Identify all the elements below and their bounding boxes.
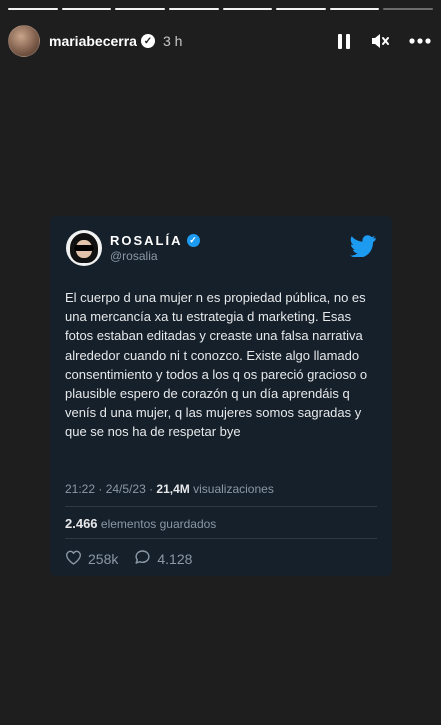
more-icon[interactable]: [409, 38, 431, 44]
progress-segment-current: [383, 8, 433, 10]
tweet-avatar: [66, 230, 102, 266]
username[interactable]: mariabecerra: [49, 33, 137, 49]
reply-button[interactable]: 4.128: [134, 549, 192, 568]
tweet-views: 21,4M: [156, 482, 190, 496]
progress-segment: [276, 8, 326, 10]
progress-segment: [329, 8, 380, 10]
progress-segment: [168, 8, 219, 10]
saves-count: 2.466: [65, 516, 98, 531]
reply-count: 4.128: [157, 550, 193, 567]
like-button[interactable]: 258k: [65, 550, 118, 568]
progress-segment: [222, 8, 273, 10]
verified-check-icon: ✓: [186, 234, 200, 247]
saves-label: elementos guardados: [100, 517, 217, 531]
reply-icon: [134, 549, 151, 568]
tweet-card[interactable]: ROSALÍA ✓ @rosalia El cuerpo d una mujer…: [50, 216, 392, 576]
mute-icon[interactable]: [371, 33, 389, 49]
progress-segment: [8, 8, 58, 10]
verified-badge-icon: ✓: [140, 34, 155, 48]
divider: [65, 538, 377, 539]
story-progress-bar: [8, 8, 433, 10]
tweet-meta: 21:22 · 24/5/23 · 21,4M visualizaciones: [65, 482, 274, 496]
tweet-views-label: visualizaciones: [193, 482, 274, 496]
tweet-date: 24/5/23: [105, 482, 146, 496]
twitter-bird-icon: [350, 234, 376, 262]
tweet-saves: 2.466 elementos guardados: [65, 516, 216, 531]
tweet-handle: @rosalia: [110, 249, 158, 263]
tweet-text: El cuerpo d una mujer n es propiedad púb…: [65, 290, 368, 440]
progress-segment: [115, 8, 165, 10]
tweet-display-name: ROSALÍA: [110, 233, 183, 248]
avatar[interactable]: [8, 25, 40, 57]
progress-segment: [61, 8, 112, 10]
tweet-header: ROSALÍA ✓ @rosalia: [66, 228, 376, 268]
like-count: 258k: [88, 550, 119, 567]
divider: [65, 506, 377, 507]
story-header: mariabecerra ✓ 3 h: [8, 24, 431, 58]
tweet-actions: 258k 4.128: [65, 549, 192, 568]
time-ago: 3 h: [162, 33, 183, 49]
tweet-time: 21:22: [65, 482, 96, 496]
pause-icon[interactable]: [337, 33, 351, 50]
heart-icon: [65, 550, 82, 568]
